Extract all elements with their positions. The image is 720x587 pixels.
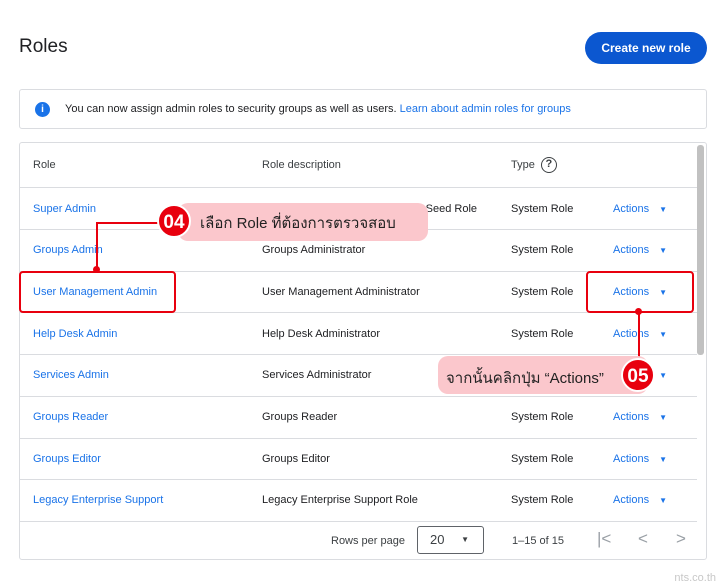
step5-callout: จากนั้นคลิกปุ่ม “Actions” bbox=[438, 356, 648, 394]
banner-text: You can now assign admin roles to securi… bbox=[65, 103, 397, 115]
rows-per-page-value: 20 bbox=[430, 532, 445, 547]
rows-per-page-label: Rows per page bbox=[331, 535, 405, 547]
role-type: System Role bbox=[511, 327, 574, 340]
table-row: Groups Editor Groups Editor System Role … bbox=[20, 438, 697, 481]
next-page-icon[interactable]: > bbox=[676, 529, 686, 549]
actions-label: Actions bbox=[613, 494, 650, 507]
connector-dot bbox=[93, 266, 100, 273]
connector-line bbox=[96, 222, 160, 224]
role-link[interactable]: Groups Admin bbox=[33, 244, 103, 256]
dropdown-caret-icon: ▼ bbox=[659, 496, 667, 506]
dropdown-caret-icon: ▼ bbox=[659, 454, 667, 464]
dropdown-caret-icon: ▼ bbox=[659, 246, 667, 256]
role-type: System Role bbox=[511, 452, 574, 465]
connector-dot bbox=[635, 308, 642, 315]
highlight-actions bbox=[586, 271, 694, 313]
actions-button[interactable]: Actions ▼ bbox=[613, 203, 667, 215]
role-description: Help Desk Administrator bbox=[262, 327, 380, 340]
role-description: Groups Reader bbox=[262, 411, 338, 423]
header-role[interactable]: Role bbox=[33, 159, 56, 171]
actions-label: Actions bbox=[613, 411, 650, 423]
role-description: Legacy Enterprise Support Role bbox=[262, 494, 418, 507]
role-type: System Role bbox=[511, 285, 574, 298]
header-description[interactable]: Role description bbox=[262, 159, 341, 171]
table-header: Role Role description Type? bbox=[20, 143, 697, 188]
connector-line bbox=[96, 222, 98, 270]
page-title: Roles bbox=[19, 36, 68, 57]
connector-line bbox=[638, 312, 640, 360]
role-link[interactable]: Services Admin bbox=[33, 369, 109, 381]
info-banner: i You can now assign admin roles to secu… bbox=[19, 89, 707, 129]
role-type: System Role bbox=[511, 494, 574, 507]
role-description: Groups Administrator bbox=[262, 244, 366, 257]
header-type: Type? bbox=[511, 157, 557, 173]
role-type: System Role bbox=[511, 202, 574, 215]
role-description: Services Administrator bbox=[262, 369, 372, 382]
header-type-label: Type bbox=[511, 158, 535, 171]
create-new-role-button[interactable]: Create new role bbox=[585, 32, 707, 64]
role-type: System Role bbox=[511, 244, 574, 257]
role-description: Groups Editor bbox=[262, 452, 330, 465]
actions-label: Actions bbox=[613, 327, 650, 340]
actions-button[interactable]: Actions ▼ bbox=[613, 494, 667, 506]
page-range: 1–15 of 15 bbox=[512, 535, 564, 547]
actions-button[interactable]: Actions ▼ bbox=[613, 453, 667, 465]
watermark: nts.co.th bbox=[674, 572, 716, 584]
actions-label: Actions bbox=[613, 244, 650, 257]
role-link[interactable]: Groups Editor bbox=[33, 453, 101, 465]
dropdown-caret-icon: ▼ bbox=[461, 535, 469, 544]
actions-label: Actions bbox=[613, 452, 650, 465]
step5-badge: 05 bbox=[621, 358, 655, 392]
role-description: User Management Administrator bbox=[262, 285, 420, 298]
rows-per-page-select[interactable]: 20 ▼ bbox=[417, 526, 484, 554]
table-row: Help Desk Admin Help Desk Administrator … bbox=[20, 313, 697, 356]
role-type: System Role bbox=[511, 411, 574, 423]
dropdown-caret-icon: ▼ bbox=[659, 371, 667, 381]
previous-page-icon[interactable]: < bbox=[638, 529, 648, 549]
help-icon[interactable]: ? bbox=[540, 157, 557, 173]
actions-button[interactable]: Actions ▼ bbox=[613, 328, 667, 340]
role-link[interactable]: Legacy Enterprise Support bbox=[33, 494, 163, 506]
table-row: Legacy Enterprise Support Legacy Enterpr… bbox=[20, 480, 697, 522]
step4-callout: เลือก Role ที่ต้องการตรวจสอบ bbox=[178, 203, 428, 241]
table-row: Groups Reader Groups Reader System Role … bbox=[20, 397, 697, 439]
role-link[interactable]: Help Desk Admin bbox=[33, 328, 117, 340]
first-page-icon[interactable]: |< bbox=[597, 529, 611, 549]
dropdown-caret-icon: ▼ bbox=[659, 413, 667, 422]
learn-more-link[interactable]: Learn about admin roles for groups bbox=[400, 103, 571, 115]
role-link[interactable]: Super Admin bbox=[33, 203, 96, 215]
dropdown-caret-icon: ▼ bbox=[659, 204, 667, 214]
pagination: Rows per page 20 ▼ 1–15 of 15 |< < > bbox=[20, 520, 706, 559]
actions-button[interactable]: Actions ▼ bbox=[613, 411, 667, 423]
info-icon: i bbox=[35, 101, 50, 117]
step4-badge: 04 bbox=[157, 204, 191, 238]
dropdown-caret-icon: ▼ bbox=[659, 329, 667, 339]
actions-label: Actions bbox=[613, 202, 650, 215]
actions-button[interactable]: Actions ▼ bbox=[613, 244, 667, 256]
highlight-role bbox=[19, 271, 176, 313]
scrollbar[interactable] bbox=[697, 145, 704, 355]
role-link[interactable]: Groups Reader bbox=[33, 411, 108, 423]
